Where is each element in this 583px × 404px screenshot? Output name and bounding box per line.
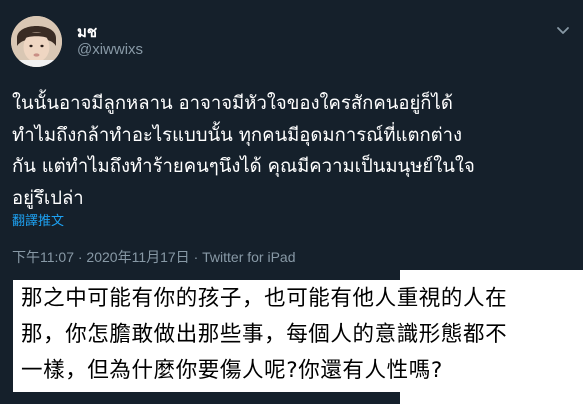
avatar-image	[11, 16, 62, 67]
translation-overlay: 那之中可能有你的孩子，也可能有他人重視的人在 那，你怎膽敢做出那些事，每個人的意…	[13, 280, 568, 392]
translation-line: 一樣，但為什麼你要傷人呢?你還有人性嗎?	[21, 358, 443, 383]
author-handle[interactable]: @xiwwixs	[77, 41, 143, 58]
tweet-card: มช @xiwwixs ในนั้นอาจมีลูกหลาน อาจาจมีหั…	[0, 0, 583, 404]
translation-line: 那，你怎膽敢做出那些事，每個人的意識形態都不	[21, 322, 508, 347]
meta-separator: ·	[189, 249, 203, 265]
tweet-text-line: กัน แต่ทำไมถึงทำร้ายคนๆนึงได้ คุณมีความเ…	[12, 156, 475, 177]
tweet-timestamp[interactable]: 下午11:07 · 2020年11月17日	[12, 249, 190, 265]
avatar[interactable]	[11, 16, 62, 67]
translation-line: 那之中可能有你的孩子，也可能有他人重視的人在	[21, 286, 508, 311]
tweet-text-line: ทำไมถึงกล้าทำอะไรแบบนั้น ทุกคนมีอุดมการณ…	[12, 124, 463, 146]
tweet-source[interactable]: Twitter for iPad	[202, 249, 295, 265]
tweet-text-line: ในนั้นอาจมีลูกหลาน อาจาจมีหัวใจของใครสัก…	[12, 93, 453, 114]
tweet-meta: 下午11:07 · 2020年11月17日 · Twitter for iPad	[12, 247, 296, 267]
chevron-down-icon[interactable]	[553, 20, 573, 40]
translate-tweet-link[interactable]: 翻譯推文	[12, 210, 64, 229]
tweet-text-line: อยู่รึเปล่า	[12, 187, 84, 209]
tweet-text: ในนั้นอาจมีลูกหลาน อาจาจมีหัวใจของใครสัก…	[12, 88, 577, 214]
